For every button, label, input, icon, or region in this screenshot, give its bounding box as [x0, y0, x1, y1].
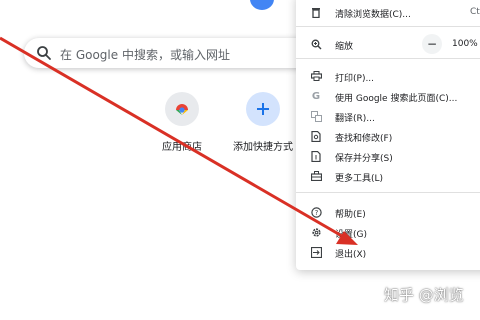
- gear-icon: [310, 226, 322, 238]
- toolbox-icon: [310, 170, 322, 182]
- svg-text:?: ?: [314, 209, 318, 217]
- shortcut-label: 添加快捷方式: [233, 142, 293, 153]
- menu-item-help[interactable]: ? 帮助(E): [296, 202, 480, 222]
- menu-divider: [296, 58, 480, 59]
- save-page-icon: [310, 150, 322, 162]
- menu-divider: [296, 192, 480, 193]
- shortcut-add[interactable]: 添加快捷方式: [223, 92, 303, 153]
- shortcut-webstore[interactable]: 应用商店: [142, 92, 222, 153]
- menu-item-label: 清除浏览数据(C)...: [335, 10, 411, 20]
- menu-item-label: 使用 Google 搜索此页面(C)...: [335, 94, 458, 104]
- menu-item-label: 退出(X): [335, 250, 367, 260]
- menu-divider: [296, 26, 480, 27]
- menu-item-label: 设置(G): [335, 230, 367, 240]
- search-icon: [37, 46, 51, 60]
- menu-item-translate[interactable]: 翻译(R)...: [296, 106, 480, 126]
- find-page-icon: [310, 130, 322, 142]
- menu-item-zoom: 缩放 − 100%: [296, 34, 480, 54]
- chrome-menu: 清除浏览数据(C)... Ct 缩放 − 100% 打印(P)... G 使用 …: [296, 0, 480, 270]
- exit-icon: [310, 246, 322, 258]
- search-placeholder: 在 Google 中搜索，或输入网址: [60, 48, 230, 62]
- menu-item-more-tools[interactable]: 更多工具(L): [296, 166, 480, 186]
- menu-item-label: 缩放: [335, 42, 354, 52]
- translate-icon: [310, 110, 322, 122]
- menu-item-label: 翻译(R)...: [335, 114, 375, 124]
- menu-item-search-page[interactable]: G 使用 Google 搜索此页面(C)...: [296, 86, 480, 106]
- google-g-icon: G: [311, 90, 321, 102]
- menu-item-print[interactable]: 打印(P)...: [296, 66, 480, 86]
- google-logo: [250, 0, 274, 10]
- printer-icon: [310, 70, 322, 82]
- menu-item-exit[interactable]: 退出(X): [296, 242, 480, 262]
- help-icon: ?: [310, 206, 322, 218]
- shortcut-label: 应用商店: [162, 142, 202, 153]
- plus-icon: [246, 92, 280, 126]
- menu-item-find-edit[interactable]: 查找和修改(F): [296, 126, 480, 146]
- menu-item-save-share[interactable]: 保存并分享(S): [296, 146, 480, 166]
- menu-item-label: 帮助(E): [335, 210, 366, 220]
- menu-item-clear-data[interactable]: 清除浏览数据(C)... Ct: [296, 2, 480, 22]
- trash-icon: [310, 6, 322, 18]
- watermark: 知乎 @浏览: [384, 286, 464, 304]
- search-input[interactable]: 在 Google 中搜索，或输入网址: [24, 38, 324, 68]
- menu-item-label: 更多工具(L): [335, 174, 384, 184]
- menu-item-settings[interactable]: 设置(G): [296, 222, 480, 242]
- menu-item-label: 打印(P)...: [335, 74, 375, 84]
- menu-item-label: 保存并分享(S): [335, 154, 393, 164]
- zoom-value: 100%: [452, 39, 478, 49]
- zoom-out-button[interactable]: −: [422, 34, 442, 54]
- menu-item-label: 查找和修改(F): [335, 134, 393, 144]
- webstore-icon: [165, 92, 199, 126]
- zoom-icon: [310, 38, 322, 50]
- menu-item-shortcut: Ct: [470, 7, 480, 17]
